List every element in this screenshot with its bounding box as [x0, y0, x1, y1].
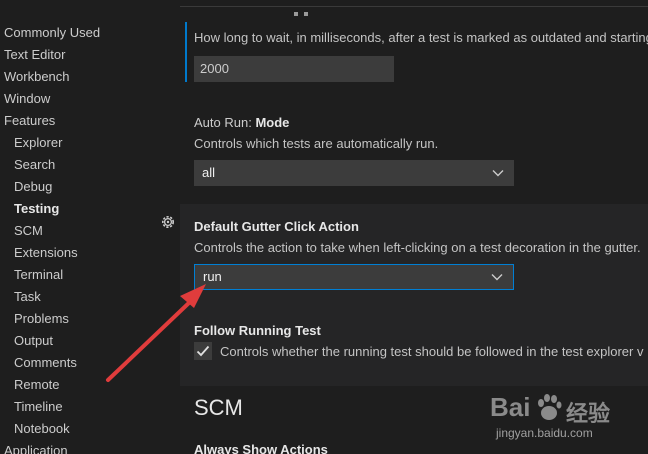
settings-editor: Commonly Used Text Editor Workbench Wind… [0, 0, 648, 454]
baidu-jingyan-watermark: Bai 经验 jingyan.baidu.com [490, 390, 640, 450]
paw-logo-icon [538, 394, 562, 420]
annotation-arrow [106, 284, 206, 382]
watermark-brand: Bai [490, 392, 531, 422]
watermark-url: jingyan.baidu.com [496, 426, 593, 440]
watermark-brand-cn: 经验 [566, 401, 611, 426]
